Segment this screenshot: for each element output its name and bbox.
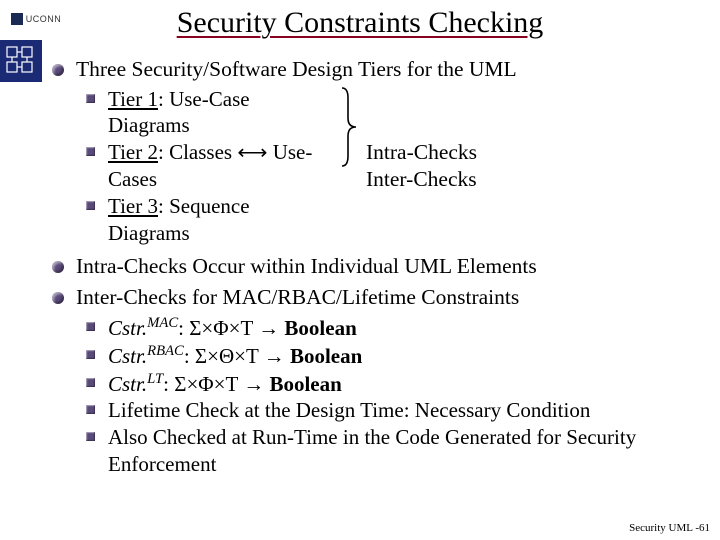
bracket-label: Inter-Checks	[366, 166, 477, 194]
subbullet: Cstr.MAC: Σ×Φ×T → Boolean	[84, 314, 708, 342]
slide-content: Three Security/Software Design Tiers for…	[48, 56, 708, 482]
subbullet: Tier 3: Sequence Diagrams	[84, 193, 334, 247]
bracket-label: Intra-Checks	[366, 139, 477, 167]
bullet-main: Inter-Checks for MAC/RBAC/Lifetime Const…	[48, 284, 708, 478]
bracket-icon	[338, 84, 358, 249]
slide-title: Security Constraints Checking	[0, 6, 720, 40]
bullet-text: Inter-Checks for MAC/RBAC/Lifetime Const…	[76, 285, 519, 309]
bullet-text: Three Security/Software Design Tiers for…	[76, 57, 517, 81]
slide-footer: Security UML -61	[629, 522, 710, 534]
side-icon	[0, 40, 42, 82]
bullet-main: Three Security/Software Design Tiers for…	[48, 56, 708, 249]
bullet-main: Intra-Checks Occur within Individual UML…	[48, 253, 708, 281]
subbullet: Tier 1: Use-Case Diagrams	[84, 86, 334, 140]
subbullet: Lifetime Check at the Design Time: Neces…	[84, 397, 708, 424]
subbullet: Cstr.LT: Σ×Φ×T → Boolean	[84, 370, 708, 398]
subbullet: Also Checked at Run-Time in the Code Gen…	[84, 424, 708, 478]
subbullet: Tier 2: Classes ⟷ Use-Cases	[84, 139, 334, 193]
subbullet: Cstr.RBAC: Σ×Θ×T → Boolean	[84, 342, 708, 370]
